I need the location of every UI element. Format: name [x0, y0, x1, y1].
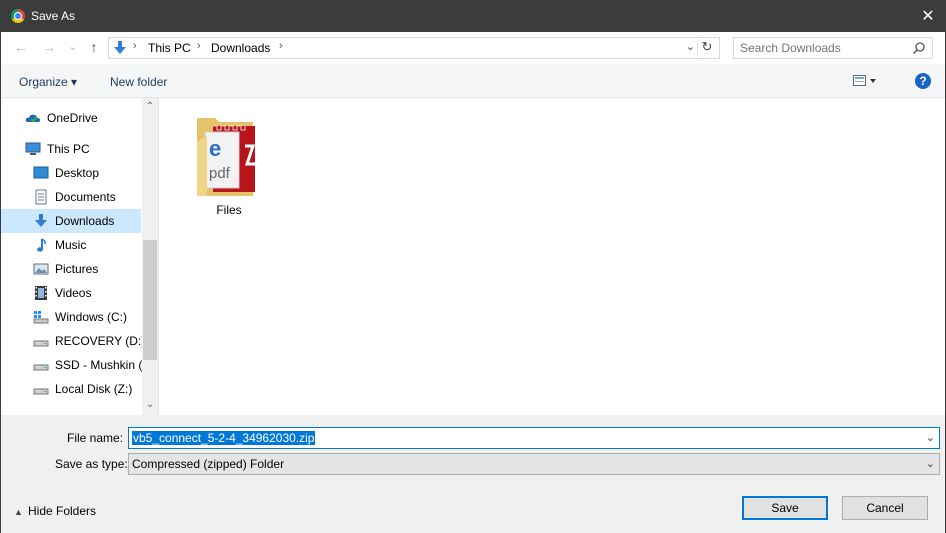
breadcrumb-downloads[interactable]: Downloads — [211, 41, 270, 55]
sidebar-item-pictures[interactable]: Pictures — [1, 257, 141, 281]
folder-item[interactable]: e pdf Files — [189, 110, 269, 220]
navigation-pane: OneDrive This PC Desktop Documents Downl… — [1, 98, 142, 415]
breadcrumb-separator[interactable]: › — [133, 40, 137, 52]
sidebar-item-label: OneDrive — [47, 111, 98, 125]
sidebar-item-this-pc[interactable]: This PC — [1, 137, 141, 161]
pictures-icon — [33, 263, 49, 275]
save-button[interactable]: Save — [742, 496, 828, 520]
scroll-up-icon[interactable]: ⌃ — [142, 101, 158, 112]
sidebar-item-recovery-d[interactable]: RECOVERY (D:) — [1, 329, 142, 353]
breadcrumb-separator[interactable]: › — [279, 40, 283, 52]
downloads-icon — [35, 214, 47, 227]
chevron-up-icon: ▲ — [14, 507, 23, 517]
sidebar-item-ssd-mushkin[interactable]: SSD - Mushkin (I — [1, 353, 142, 377]
file-name-label: File name: — [67, 431, 124, 445]
refresh-button[interactable]: ↻ — [697, 39, 716, 57]
hide-folders-button[interactable]: ▲ Hide Folders — [14, 504, 96, 518]
drive-icon — [33, 364, 49, 371]
address-dropdown-icon[interactable]: ⌄ — [686, 40, 695, 53]
folder-icon: e pdf — [197, 118, 256, 196]
help-icon[interactable]: ? — [915, 73, 931, 89]
sidebar-item-onedrive[interactable]: OneDrive — [1, 106, 141, 130]
folder-label: Files — [216, 203, 242, 217]
downloads-location-icon — [114, 41, 126, 54]
sidebar-item-label: Videos — [55, 286, 92, 300]
close-button[interactable]: ✕ — [911, 1, 945, 32]
sidebar-item-label: This PC — [47, 142, 90, 156]
sidebar-item-label: SSD - Mushkin (I — [55, 358, 142, 372]
svg-text:e: e — [209, 136, 221, 161]
drive-icon — [33, 388, 49, 395]
new-folder-button[interactable]: New folder — [110, 75, 167, 89]
breadcrumb-separator[interactable]: › — [197, 40, 201, 52]
file-name-value[interactable]: vb5_connect_5-2-4_34962030.zip — [132, 431, 316, 445]
search-icon[interactable] — [912, 41, 926, 55]
up-button[interactable]: ↑ — [86, 39, 102, 55]
window-title: Save As — [31, 9, 76, 23]
svg-text:pdf: pdf — [209, 165, 231, 182]
save-as-dialog: Save As ✕ ← → ⌄ ↑ › This PC › Downloads … — [0, 0, 946, 533]
address-row: ← → ⌄ ↑ › This PC › Downloads › ⌄ ↻ — [1, 32, 945, 64]
sidebar-item-documents[interactable]: Documents — [1, 185, 141, 209]
scrollbar-thumb[interactable] — [143, 240, 157, 360]
save-type-label: Save as type: — [55, 457, 128, 471]
file-name-input[interactable]: vb5_connect_5-2-4_34962030.zip ⌄ — [128, 427, 940, 449]
breadcrumb-this-pc[interactable]: This PC — [148, 41, 191, 55]
sidebar-item-downloads[interactable]: Downloads — [1, 209, 141, 233]
sidebar-item-label: Desktop — [55, 166, 100, 180]
save-type-select[interactable]: Compressed (zipped) Folder ⌄ — [128, 453, 940, 475]
drive-c-icon — [33, 311, 49, 324]
recent-locations-button[interactable]: ⌄ — [65, 39, 81, 55]
search-input[interactable] — [740, 40, 910, 56]
sidebar-item-videos[interactable]: Videos — [1, 281, 141, 305]
file-name-dropdown-icon[interactable]: ⌄ — [926, 431, 935, 444]
cancel-button[interactable]: Cancel — [842, 496, 928, 520]
title-bar: Save As ✕ — [1, 1, 945, 32]
chrome-icon — [11, 9, 25, 23]
sidebar-item-label: Music — [55, 238, 87, 252]
sidebar-item-label: Local Disk (Z:) — [55, 382, 133, 396]
this-pc-icon — [25, 142, 41, 155]
sidebar-item-music[interactable]: Music — [1, 233, 141, 257]
drive-icon — [33, 340, 49, 347]
desktop-icon — [33, 166, 49, 179]
navigation-scrollbar[interactable]: ⌃ ⌄ — [142, 98, 158, 415]
videos-icon — [35, 286, 47, 300]
sidebar-item-label: Pictures — [55, 262, 99, 276]
sidebar-item-label: Windows (C:) — [55, 310, 128, 324]
save-type-value: Compressed (zipped) Folder — [132, 457, 285, 471]
address-bar[interactable]: › This PC › Downloads › ⌄ ↻ — [108, 37, 720, 59]
onedrive-icon — [25, 114, 40, 123]
documents-icon — [35, 189, 47, 205]
sidebar-item-desktop[interactable]: Desktop — [1, 161, 141, 185]
sidebar-item-local-disk-z[interactable]: Local Disk (Z:) — [1, 377, 141, 401]
save-options-area: File name: vb5_connect_5-2-4_34962030.zi… — [1, 415, 945, 533]
organize-menu[interactable]: Organize ▾ — [19, 75, 77, 89]
scroll-down-icon[interactable]: ⌄ — [142, 399, 158, 410]
sidebar-item-label: Documents — [55, 190, 116, 204]
sidebar-item-label: RECOVERY (D:) — [55, 334, 142, 348]
hide-folders-label: Hide Folders — [28, 504, 97, 518]
change-view-icon[interactable] — [853, 74, 877, 88]
save-type-dropdown-icon[interactable]: ⌄ — [926, 457, 935, 470]
sidebar-item-windows-c[interactable]: Windows (C:) — [1, 305, 141, 329]
sidebar-item-label: Downloads — [55, 214, 115, 228]
file-list-pane[interactable]: e pdf Files — [159, 98, 945, 415]
back-button[interactable]: ← — [13, 39, 29, 55]
music-icon — [37, 238, 46, 252]
command-bar: Organize ▾ New folder ? — [1, 64, 945, 98]
forward-button[interactable]: → — [41, 39, 57, 55]
search-box — [733, 37, 933, 59]
